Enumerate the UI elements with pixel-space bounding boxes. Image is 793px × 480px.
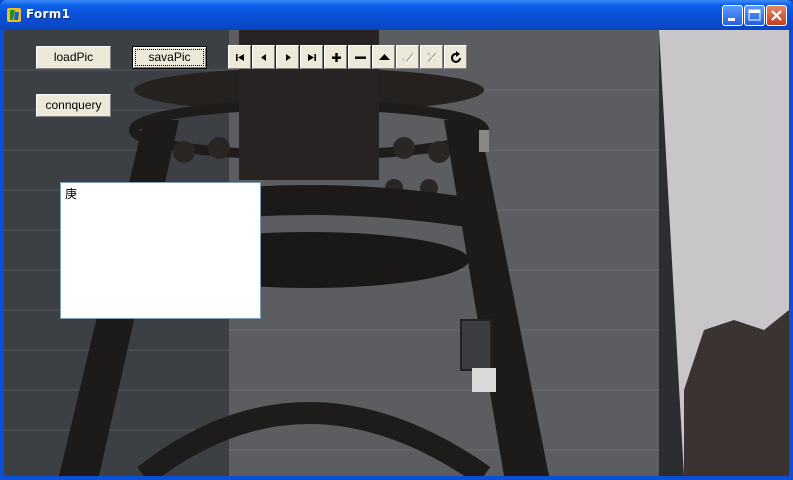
delete-record-button[interactable] (348, 45, 371, 69)
close-icon (771, 10, 782, 21)
minimize-button[interactable] (722, 5, 743, 26)
refresh-record-button[interactable] (444, 45, 467, 69)
close-button[interactable] (766, 5, 787, 26)
prior-record-button[interactable] (252, 45, 275, 69)
minus-icon (355, 56, 366, 59)
form-client-area: loadPic savaPic connquery 庚 (4, 30, 789, 476)
cancel-record-button[interactable] (420, 45, 443, 69)
insert-record-button[interactable] (324, 45, 347, 69)
minimize-icon (728, 18, 735, 21)
app-icon (7, 8, 21, 22)
window-title: Form1 (26, 7, 71, 21)
edit-record-button[interactable] (372, 45, 395, 69)
maximize-icon (748, 9, 761, 21)
prior-icon (261, 54, 266, 61)
post-record-button[interactable] (396, 45, 419, 69)
first-icon (236, 54, 244, 61)
refresh-icon (451, 51, 461, 63)
last-icon (308, 54, 316, 61)
first-record-button[interactable] (228, 45, 251, 69)
application-window: Form1 loadPic savaPic connquery 庚 (0, 0, 793, 480)
edit-icon (379, 54, 390, 60)
last-record-button[interactable] (300, 45, 323, 69)
x-icon (427, 52, 438, 64)
next-record-button[interactable] (276, 45, 299, 69)
title-bar[interactable]: Form1 (0, 0, 793, 30)
plus-icon (332, 53, 341, 62)
save-pic-button[interactable]: savaPic (132, 46, 207, 69)
load-pic-button[interactable]: loadPic (36, 46, 111, 69)
next-icon (286, 54, 291, 61)
maximize-button[interactable] (744, 5, 765, 26)
memo-textarea[interactable]: 庚 (60, 182, 261, 319)
conn-query-button[interactable]: connquery (36, 94, 111, 117)
check-icon (402, 52, 415, 64)
